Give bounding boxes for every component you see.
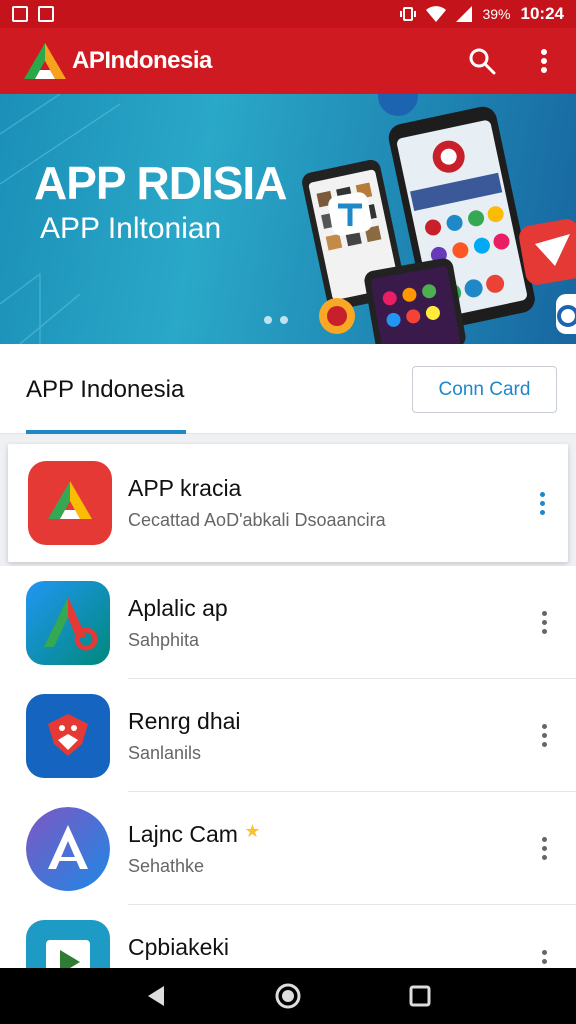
list-item[interactable]: Cpbiakeki Sa [0,905,576,968]
app-subtitle: Cecattad AoD'abkali Dsoaancira [128,510,386,530]
app-icon [26,919,110,968]
wifi-icon [426,6,447,22]
notification-icon [12,6,28,22]
banner-subtitle: APP Inltonian [40,212,222,245]
home-icon[interactable] [275,983,301,1009]
banner-title: APP RDISIA [34,157,287,209]
list-item[interactable]: Renrg dhai Sanlanils [0,679,576,792]
list-item[interactable]: Lajnc Cam ★ Sehathke [0,792,576,905]
conn-card-button[interactable]: Conn Card [412,366,557,413]
app-name: Lajnc Cam ★ [128,820,261,847]
list-item[interactable]: APP kracia Cecattad AoD'abkali Dsoaancir… [8,444,568,562]
app-subtitle: Sahphita [128,629,200,650]
clock: 10:24 [520,4,564,23]
app-title: APIndonesia [72,47,212,74]
tab-row: APP Indonesia Conn Card [0,344,576,434]
app-logo-icon [24,43,66,79]
back-icon[interactable] [144,984,168,1008]
app-bar: APIndonesia [0,28,576,94]
carousel-dot[interactable] [264,316,272,324]
more-vert-icon[interactable] [534,488,550,518]
more-vert-icon[interactable] [536,947,552,969]
more-vert-icon[interactable] [536,608,552,638]
app-list: APP kracia Cecattad AoD'abkali Dsoaancir… [0,440,576,968]
app-name: Cpbiakeki [128,933,229,960]
app-icon [28,461,112,545]
active-tab-indicator [26,430,186,434]
more-vert-icon [541,49,547,73]
list-item[interactable]: Aplalic ap Sahphita [0,566,576,679]
app-icon [26,580,110,665]
app-name: Renrg dhai [128,707,241,734]
overflow-menu-button[interactable] [528,45,560,77]
app-icon [26,806,110,891]
more-vert-icon[interactable] [536,721,552,751]
search-icon [469,48,496,75]
promo-banner[interactable]: APP RDISIA APP Inltonian [0,94,576,344]
vibrate-icon [400,7,417,21]
image-notification-icon [38,6,54,22]
system-nav-bar [0,968,576,1024]
carousel-dot[interactable] [280,316,288,324]
app-subtitle: Sanlanils [128,742,202,763]
app-name: APP kracia [128,475,242,501]
recents-icon[interactable] [408,984,432,1008]
more-vert-icon[interactable] [536,834,552,864]
search-button[interactable] [466,45,498,77]
carousel-indicator [264,316,288,324]
status-bar: 39% 10:24 [0,0,576,28]
signal-icon [456,6,473,22]
app-subtitle: Sehathke [128,855,205,876]
app-name: Aplalic ap [128,594,228,621]
tab-app-indonesia[interactable]: APP Indonesia [26,376,184,404]
star-icon: ★ [244,820,261,841]
app-icon [26,693,110,778]
battery-percent: 39% [482,6,511,22]
